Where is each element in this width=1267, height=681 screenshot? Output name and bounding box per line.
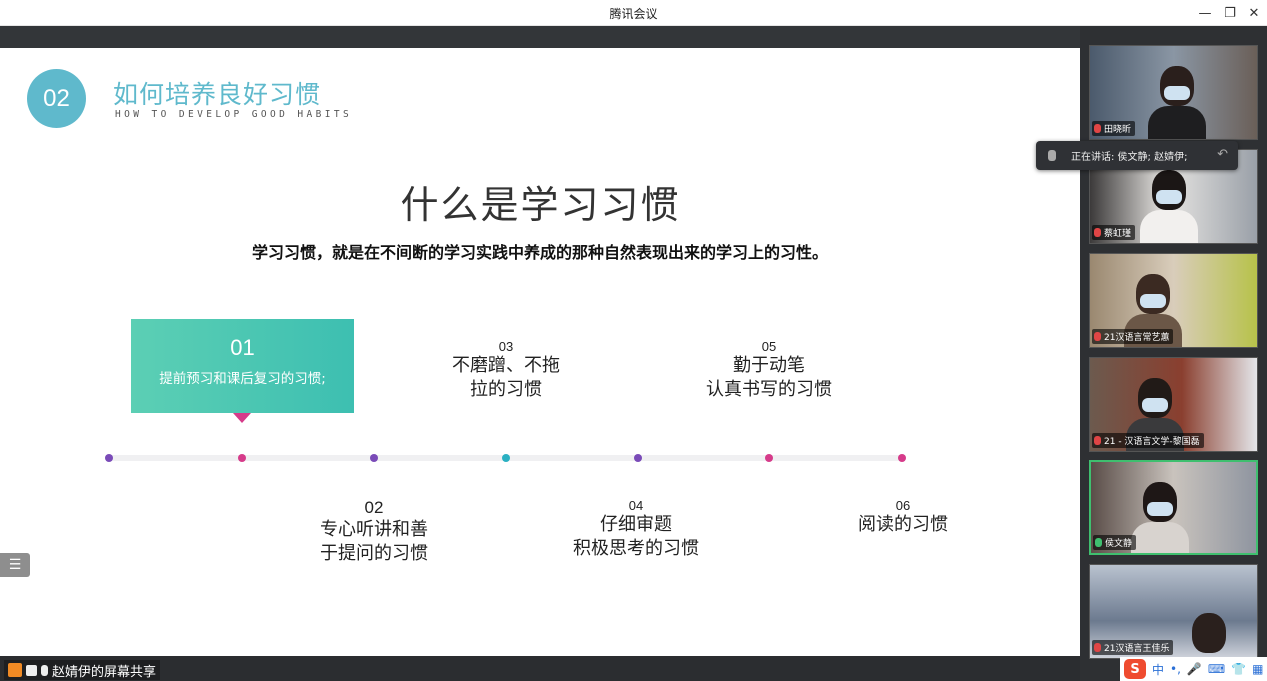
shared-slide: 02 如何培养良好习惯 HOW TO DEVELOP GOOD HABITS 什… [0, 48, 1080, 656]
screen-share-label[interactable]: 赵婧伊的屏幕共享 [4, 660, 161, 680]
habit-number: 04 [628, 498, 644, 513]
ime-toolbox-icon[interactable]: ▦ [1252, 662, 1263, 676]
habit-text: 阅读的习惯 [858, 514, 948, 535]
card-pointer [233, 413, 251, 423]
participant-video [1140, 170, 1198, 243]
habit-text: 不磨蹭、不拖 [452, 355, 560, 376]
habit-text: 积极思考的习惯 [573, 538, 699, 559]
mic-icon [41, 664, 48, 676]
screen-share-name: 赵婧伊的屏幕共享 [52, 664, 157, 680]
habit-step-04: 04 仔细审题 积极思考的习惯 [556, 498, 716, 561]
definition-text: 学习习惯，就是在不间断的学习实践中养成的那种自然表现出来的学习上的习性。 [251, 243, 828, 262]
ime-toolbar: S 中 •, 🎤 ⌨ 👕 ▦ [1120, 657, 1267, 681]
ime-punctuation-icon[interactable]: •, [1170, 662, 1181, 676]
ime-keyboard-icon[interactable]: ⌨ [1208, 662, 1225, 676]
title-bar: 腾讯会议 — ❐ ✕ [0, 0, 1267, 26]
habit-text: 仔细审题 [600, 514, 672, 535]
ime-mode[interactable]: 中 [1152, 661, 1164, 678]
habit-step-03: 03 不磨蹭、不拖 拉的习惯 [430, 339, 582, 402]
habit-number: 05 [761, 339, 777, 354]
participant-tile[interactable]: 21 - 汉语言文学-黎国磊 [1089, 357, 1258, 452]
mic-muted-icon [1094, 124, 1101, 133]
bottom-bar [0, 656, 1080, 681]
habit-number: 03 [498, 339, 514, 354]
close-icon[interactable]: ✕ [1243, 3, 1265, 23]
mic-muted-icon [1094, 332, 1101, 341]
habit-step-02: 02 专心听讲和善 于提问的习惯 [300, 498, 448, 566]
habit-number: 01 [230, 335, 255, 360]
habit-text: 于提问的习惯 [320, 543, 428, 564]
ime-skin-icon[interactable]: 👕 [1231, 662, 1246, 676]
collapse-icon[interactable]: ↶ [1217, 147, 1228, 162]
app-window: 腾讯会议 — ❐ ✕ 02 如何培养良好习惯 HOW TO DEVELOP GO… [0, 0, 1267, 681]
habit-number: 02 [364, 498, 384, 517]
timeline-dot [898, 454, 906, 462]
habit-step-06: 06 阅读的习惯 [843, 498, 963, 537]
participant-name-tag: 侯文静 [1093, 535, 1137, 550]
habit-text: 拉的习惯 [470, 379, 542, 400]
section-subheading: HOW TO DEVELOP GOOD HABITS [115, 109, 353, 120]
slide-title: 什么是学习习惯 [400, 183, 681, 227]
minimize-icon[interactable]: — [1194, 3, 1216, 23]
habit-text: 专心听讲和善 [320, 519, 428, 540]
share-top-strip [0, 26, 1080, 48]
section-badge: 02 [27, 69, 86, 128]
participant-video [1131, 482, 1189, 553]
participant-tile[interactable]: 21汉语言王佳乐 [1089, 564, 1258, 659]
section-heading: 如何培养良好习惯 [113, 80, 322, 109]
slide-menu-button[interactable]: ☰ [0, 553, 30, 577]
participant-name-tag: 21汉语言王佳乐 [1092, 640, 1174, 655]
timeline-dot [370, 454, 378, 462]
timeline-dot [765, 454, 773, 462]
habit-step-05: 05 勤于动笔 认真书写的习惯 [690, 339, 848, 402]
restore-icon[interactable]: ❐ [1219, 3, 1241, 23]
participant-tile[interactable]: 21汉语言常艺蕙 [1089, 253, 1258, 348]
habit-text: 勤于动笔 [733, 355, 805, 376]
habit-number: 06 [895, 498, 911, 513]
habit-card-01: 01 提前预习和课后复习的习惯; [131, 319, 354, 413]
participant-name-tag: 21 - 汉语言文学-黎国磊 [1092, 433, 1204, 448]
timeline-dot [502, 454, 510, 462]
mic-active-icon [1095, 538, 1102, 547]
sogou-logo-icon[interactable]: S [1124, 659, 1146, 679]
speaking-text: 正在讲话: 侯文静; 赵婧伊; [1071, 152, 1188, 163]
screen-icon [26, 664, 37, 676]
habit-text: 认真书写的习惯 [706, 379, 832, 400]
participant-tile[interactable]: 田晓昕 [1089, 45, 1258, 140]
user-icon [8, 663, 22, 677]
habit-text: 提前预习和课后复习的习惯; [159, 371, 326, 387]
timeline-dot [238, 454, 246, 462]
speaking-indicator: 正在讲话: 侯文静; 赵婧伊; ↶ [1036, 141, 1238, 170]
timeline-dot [105, 454, 113, 462]
mic-muted-icon [1094, 643, 1101, 652]
mic-muted-icon [1094, 436, 1101, 445]
participant-name-tag: 21汉语言常艺蕙 [1092, 329, 1174, 344]
participant-video [1180, 613, 1238, 658]
ime-voice-icon[interactable]: 🎤 [1187, 662, 1202, 676]
participant-video [1148, 66, 1206, 139]
timeline-dot [634, 454, 642, 462]
mic-muted-icon [1094, 228, 1101, 237]
participant-name-tag: 田晓昕 [1092, 121, 1136, 136]
participant-name-tag: 蔡虹瑾 [1092, 225, 1136, 240]
window-title: 腾讯会议 [609, 7, 658, 21]
mic-icon [1048, 150, 1056, 161]
participant-tile-active[interactable]: 侯文静 [1089, 460, 1258, 555]
